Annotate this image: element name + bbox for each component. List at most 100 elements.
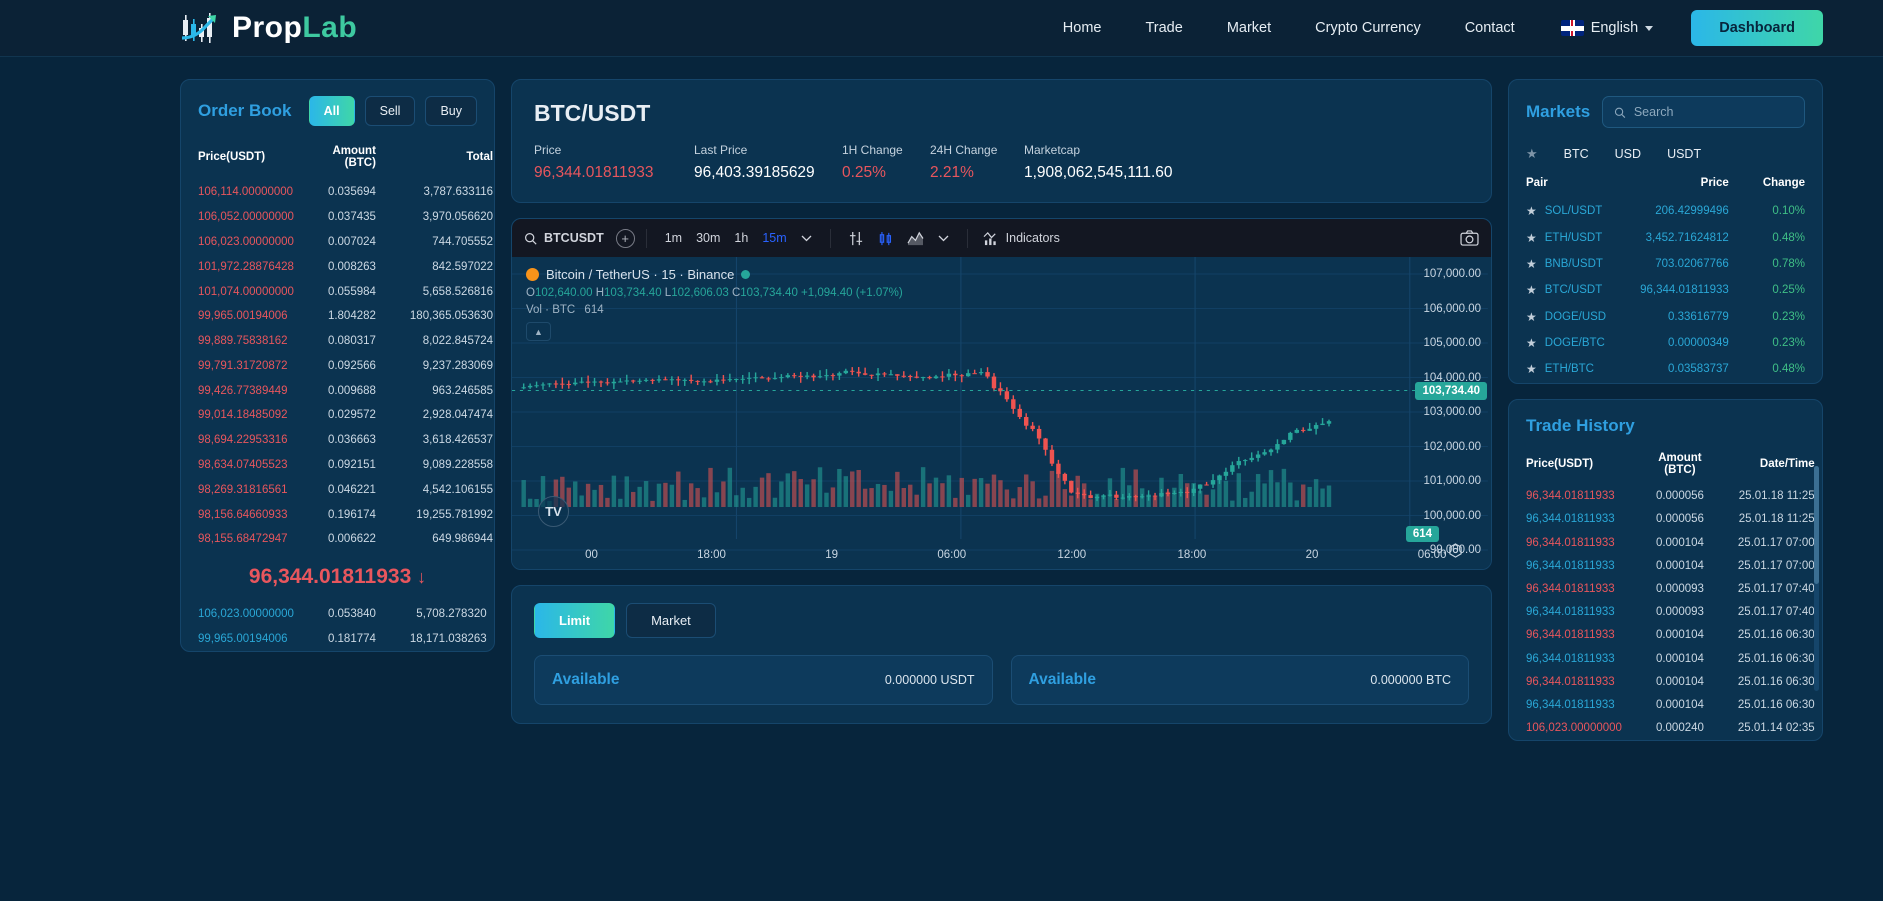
compare-icon[interactable] [842,231,871,246]
x-axis-tick: 20 [1306,549,1319,561]
table-row[interactable]: 99,965.001940061.804282180,365.053630 [181,304,510,329]
table-row[interactable]: 96,344.018119330.00009325.01.17 07:40 [1509,577,1832,600]
table-row[interactable]: 106,114.000000000.0356943,787.633116 [181,180,510,205]
nav-item-contact[interactable]: Contact [1465,20,1515,36]
markets-col-pair: Pair [1509,166,1623,198]
logo[interactable]: PropLab [180,8,357,48]
search-icon [524,232,537,245]
table-row[interactable]: 99,426.773894490.009688963.246585 [181,378,510,403]
table-row[interactable]: 98,156.646609330.19617419,255.781992 [181,502,510,527]
chart-style-icon[interactable] [900,231,931,246]
chart-symbol-search[interactable]: BTCUSDT [524,231,616,245]
table-row[interactable]: ★DOGE/USD0.336167790.23% [1509,304,1822,330]
markets-tab-usd[interactable]: USD [1615,147,1641,161]
table-row[interactable]: 99,791.317208720.0925669,237.283069 [181,353,510,378]
table-row[interactable]: 98,694.229533160.0366633,618.426537 [181,428,510,453]
table-row[interactable]: 96,344.018119330.00009325.01.17 07:40 [1509,601,1832,624]
star-icon[interactable]: ★ [1526,257,1537,271]
order-book-filter-all[interactable]: All [309,96,355,126]
star-icon[interactable]: ★ [1526,336,1537,350]
table-row[interactable]: 99,889.758381620.0803178,022.845724 [181,329,510,354]
table-row[interactable]: 96,344.018119330.00010425.01.17 07:00 [1509,554,1832,577]
table-row[interactable]: ★DOGE/BTC0.000003490.23% [1509,330,1822,356]
table-row[interactable]: 96,344.018119330.00010425.01.16 06:30 [1509,693,1832,716]
add-symbol-icon[interactable]: + [616,229,635,248]
table-row[interactable]: ★ETH/BTC0.035837370.48% [1509,356,1822,382]
table-row[interactable]: 101,972.288764280.008263842.597022 [181,254,510,279]
table-row[interactable]: ★ETH/USDT3,452.716248120.48% [1509,224,1822,250]
order-book-col-price: Price(USDT) [181,132,311,180]
markets-tab-btc[interactable]: BTC [1564,147,1589,161]
y-axis-tick: 102,000.00 [1423,441,1481,453]
table-row[interactable]: 106,023.000000000.00024025.01.14 02:35 [1509,717,1832,740]
star-icon[interactable]: ★ [1526,204,1537,218]
language-selector[interactable]: English [1561,20,1654,36]
chart-volume-row: Vol · BTC 614 [526,304,903,316]
favorites-star-icon[interactable]: ★ [1526,146,1538,162]
star-icon[interactable]: ★ [1526,231,1537,245]
timeframe-1m[interactable]: 1m [658,231,689,245]
table-row[interactable]: 106,023.000000000.007024744.705552 [181,230,510,255]
nav-item-trade[interactable]: Trade [1145,20,1182,36]
table-row[interactable]: 96,344.018119330.00010425.01.16 06:30 [1509,647,1832,670]
table-row[interactable]: 96,344.018119330.00010425.01.16 06:30 [1509,624,1832,647]
candlestick-type-icon[interactable] [871,231,900,246]
legend-collapse-icon[interactable]: ▲ [526,322,551,341]
table-row[interactable]: 99,965.001940060.18177418,171.038263 [181,627,504,652]
order-book-table: Price(USDT) Amount (BTC) Total 106,114.0… [181,132,510,552]
order-book-filter-buy[interactable]: Buy [425,96,477,126]
markets-tab-usdt[interactable]: USDT [1667,147,1701,161]
indicators-button[interactable]: Indicators [979,231,1060,246]
table-row[interactable]: 96,344.018119330.00005625.01.18 11:25 [1509,485,1832,508]
trade-history-scrollbar[interactable] [1814,466,1819,691]
table-row[interactable]: 106,023.000000000.0538405,708.278320 [181,602,504,627]
trade-history-cell-date: 25.01.16 06:30 [1721,693,1832,716]
trade-history-title: Trade History [1509,400,1822,440]
star-icon[interactable]: ★ [1526,362,1537,376]
timeframe-1h[interactable]: 1h [727,231,755,245]
pair-label: DOGE/BTC [1545,337,1605,349]
table-row[interactable]: 101,074.000000000.0559845,658.526816 [181,279,510,304]
chart-legend: Bitcoin / TetherUS · 15 · Binance O102,6… [526,267,903,341]
tradingview-logo-icon[interactable]: TV [538,496,569,527]
table-row[interactable]: 96,344.018119330.00010425.01.16 06:30 [1509,670,1832,693]
order-book-cell-price: 101,972.28876428 [181,254,311,279]
dashboard-button[interactable]: Dashboard [1691,10,1823,46]
chart-settings-icon[interactable] [1448,543,1463,563]
table-row[interactable]: 98,155.684729470.006622649.986944 [181,527,510,552]
table-row[interactable]: ★BNB/USDT703.020677660.78% [1509,251,1822,277]
nav-item-crypto-currency[interactable]: Crypto Currency [1315,20,1421,36]
timeframe-15m[interactable]: 15m [755,231,793,245]
table-row[interactable]: 98,269.318165610.0462214,542.106155 [181,477,510,502]
y-axis-tick: 100,000.00 [1423,510,1481,522]
markets-search-input[interactable] [1634,105,1793,119]
trade-history-cell-amount: 0.000240 [1639,717,1721,740]
nav-item-home[interactable]: Home [1063,20,1102,36]
star-icon[interactable]: ★ [1526,283,1537,297]
order-tab-limit[interactable]: Limit [534,603,615,638]
order-book-cell-amount: 0.055984 [311,279,393,304]
screenshot-icon[interactable] [1460,230,1479,246]
star-icon[interactable]: ★ [1526,310,1537,324]
table-row[interactable]: 96,344.018119330.00005625.01.18 11:25 [1509,508,1832,531]
timeframe-dropdown-icon[interactable] [794,235,819,242]
timeframe-30m[interactable]: 30m [689,231,727,245]
indicators-icon [983,231,1000,246]
markets-cell-change: 0.48% [1746,356,1822,382]
order-tab-market[interactable]: Market [626,603,716,638]
markets-search-box[interactable] [1602,96,1805,128]
order-book-filter-sell[interactable]: Sell [365,96,416,126]
ohlc-l-value: 102,606.03 [671,287,729,299]
toolbar-divider-3 [967,229,968,248]
chart-style-dropdown-icon[interactable] [931,235,956,242]
table-row[interactable]: 96,344.018119330.00010425.01.17 07:00 [1509,531,1832,554]
table-row[interactable]: ★SOL/USDT206.429994960.10% [1509,198,1822,224]
table-row[interactable]: ★BTC/USDT96,344.018119330.25% [1509,277,1822,303]
chart-canvas[interactable]: Bitcoin / TetherUS · 15 · Binance O102,6… [512,257,1491,569]
table-row[interactable]: 98,634.074055230.0921519,089.228558 [181,453,510,478]
markets-cell-pair: ★ETH/BTC [1509,356,1623,382]
nav-item-market[interactable]: Market [1227,20,1271,36]
stat-24h-change-value: 2.21% [930,164,1024,182]
table-row[interactable]: 99,014.184850920.0295722,928.047474 [181,403,510,428]
table-row[interactable]: 106,052.000000000.0374353,970.056620 [181,205,510,230]
